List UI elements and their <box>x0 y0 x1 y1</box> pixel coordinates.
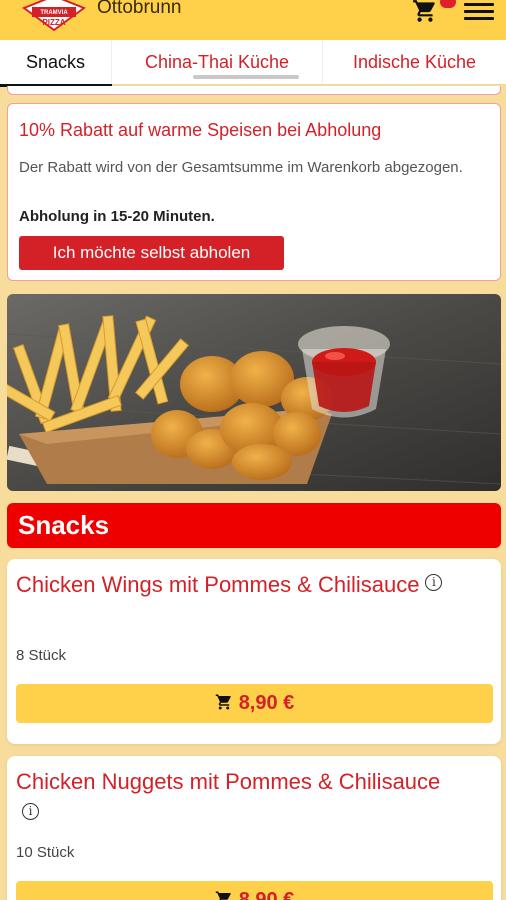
shopping-cart-icon <box>215 694 231 710</box>
promo-title: 10% Rabatt auf warme Speisen bei Abholun… <box>19 120 382 140</box>
product-description: 10 Stück <box>16 844 75 861</box>
logo-text-bottom: PIZZA <box>42 18 65 27</box>
previous-card-edge <box>7 86 501 95</box>
self-pickup-button[interactable]: Ich möchte selbst abholen <box>19 236 284 270</box>
category-title: Snacks <box>7 503 501 548</box>
cart-count-badge <box>440 0 456 8</box>
product-card[interactable]: Chicken Nuggets mit Pommes & Chilisaucei… <box>7 756 501 900</box>
product-description: 8 Stück <box>16 647 67 664</box>
tabs-scrollbar[interactable] <box>193 75 299 79</box>
info-icon[interactable]: i <box>22 803 39 820</box>
add-to-cart-button[interactable]: 8,90 € <box>16 684 493 723</box>
add-to-cart-button[interactable]: 8,90 € <box>16 881 493 900</box>
hamburger-menu-icon[interactable] <box>464 0 494 22</box>
product-price: 8,90 € <box>238 889 295 900</box>
product-price: 8,90 € <box>238 692 295 714</box>
shopping-cart-icon <box>215 891 231 900</box>
promo-description: Der Rabatt wird von der Gesamtsumme im W… <box>19 159 463 176</box>
product-name[interactable]: Chicken Wings mit Pommes & Chilisauce i <box>16 569 456 601</box>
pickup-discount-card: 10% Rabatt auf warme Speisen bei Abholun… <box>7 103 501 281</box>
shopping-cart-icon <box>413 0 435 22</box>
category-image <box>7 294 501 491</box>
tab-indische-kueche[interactable]: Indische Küche <box>323 40 506 84</box>
restaurant-logo[interactable]: TRAMVIA PIZZA <box>22 0 86 34</box>
app-header: TRAMVIA PIZZA Ottobrunn <box>0 0 506 40</box>
logo-text-top: TRAMVIA <box>40 10 68 16</box>
product-card[interactable]: Chicken Wings mit Pommes & Chilisauce i 8… <box>7 559 501 744</box>
tab-snacks[interactable]: Snacks <box>0 40 112 84</box>
info-icon[interactable]: i <box>425 574 443 591</box>
cart-button[interactable] <box>412 0 440 24</box>
product-name[interactable]: Chicken Nuggets mit Pommes & Chilisaucei <box>16 766 456 830</box>
pickup-time: Abholung in 15-20 Minuten. <box>19 208 215 225</box>
location-name: Ottobrunn <box>97 0 182 18</box>
